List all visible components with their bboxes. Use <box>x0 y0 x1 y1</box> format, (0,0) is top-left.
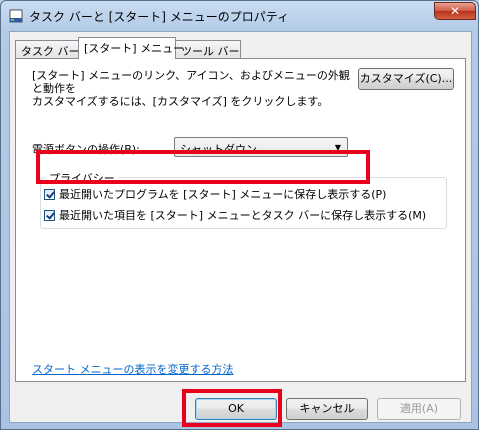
tab-taskbar[interactable]: タスク バー <box>15 40 80 58</box>
description-line-1: [スタート] メニューのリンク、アイコン、およびメニューの外観と動作を <box>32 69 350 95</box>
recent-items-checkbox[interactable] <box>44 210 55 221</box>
properties-window: タスク バーと [スタート] メニューのプロパティ ✕ タスク バー [スタート… <box>0 0 479 430</box>
description-line-2: カスタマイズするには、[カスタマイズ] をクリックします。 <box>32 95 329 108</box>
taskbar-properties-icon <box>9 9 23 23</box>
cancel-button[interactable]: キャンセル <box>286 398 368 420</box>
dialog-client-area: タスク バー [スタート] メニュー ツール バー [スタート] メニューのリン… <box>9 31 472 423</box>
highlight-ok-button <box>182 389 282 427</box>
recent-programs-label: 最近開いたプログラムを [スタート] メニューに保存し表示する(P) <box>59 188 387 201</box>
customize-button[interactable]: カスタマイズ(C)... <box>358 68 454 90</box>
description-text: [スタート] メニューのリンク、アイコン、およびメニューの外観と動作を カスタマ… <box>32 69 352 108</box>
apply-button[interactable]: 適用(A) <box>377 398 461 420</box>
close-button[interactable]: ✕ <box>434 2 476 20</box>
recent-items-option[interactable]: 最近開いた項目を [スタート] メニューとタスク バーに保存し表示する(M) <box>44 207 426 223</box>
window-title: タスク バーと [スタート] メニューのプロパティ <box>29 10 290 24</box>
recent-programs-option[interactable]: 最近開いたプログラムを [スタート] メニューに保存し表示する(P) <box>44 186 386 202</box>
start-menu-panel: [スタート] メニューのリンク、アイコン、およびメニューの外観と動作を カスタマ… <box>15 58 466 382</box>
tab-toolbars[interactable]: ツール バー <box>175 40 241 58</box>
help-link[interactable]: スタート メニューの表示を変更する方法 <box>32 361 234 377</box>
recent-programs-checkbox[interactable] <box>44 189 55 200</box>
title-bar[interactable]: タスク バーと [スタート] メニューのプロパティ ✕ <box>1 1 478 31</box>
tab-start-menu[interactable]: [スタート] メニュー <box>78 37 184 59</box>
recent-items-label: 最近開いた項目を [スタート] メニューとタスク バーに保存し表示する(M) <box>59 209 427 222</box>
highlight-recent-programs <box>36 150 370 184</box>
close-icon: ✕ <box>449 4 461 18</box>
